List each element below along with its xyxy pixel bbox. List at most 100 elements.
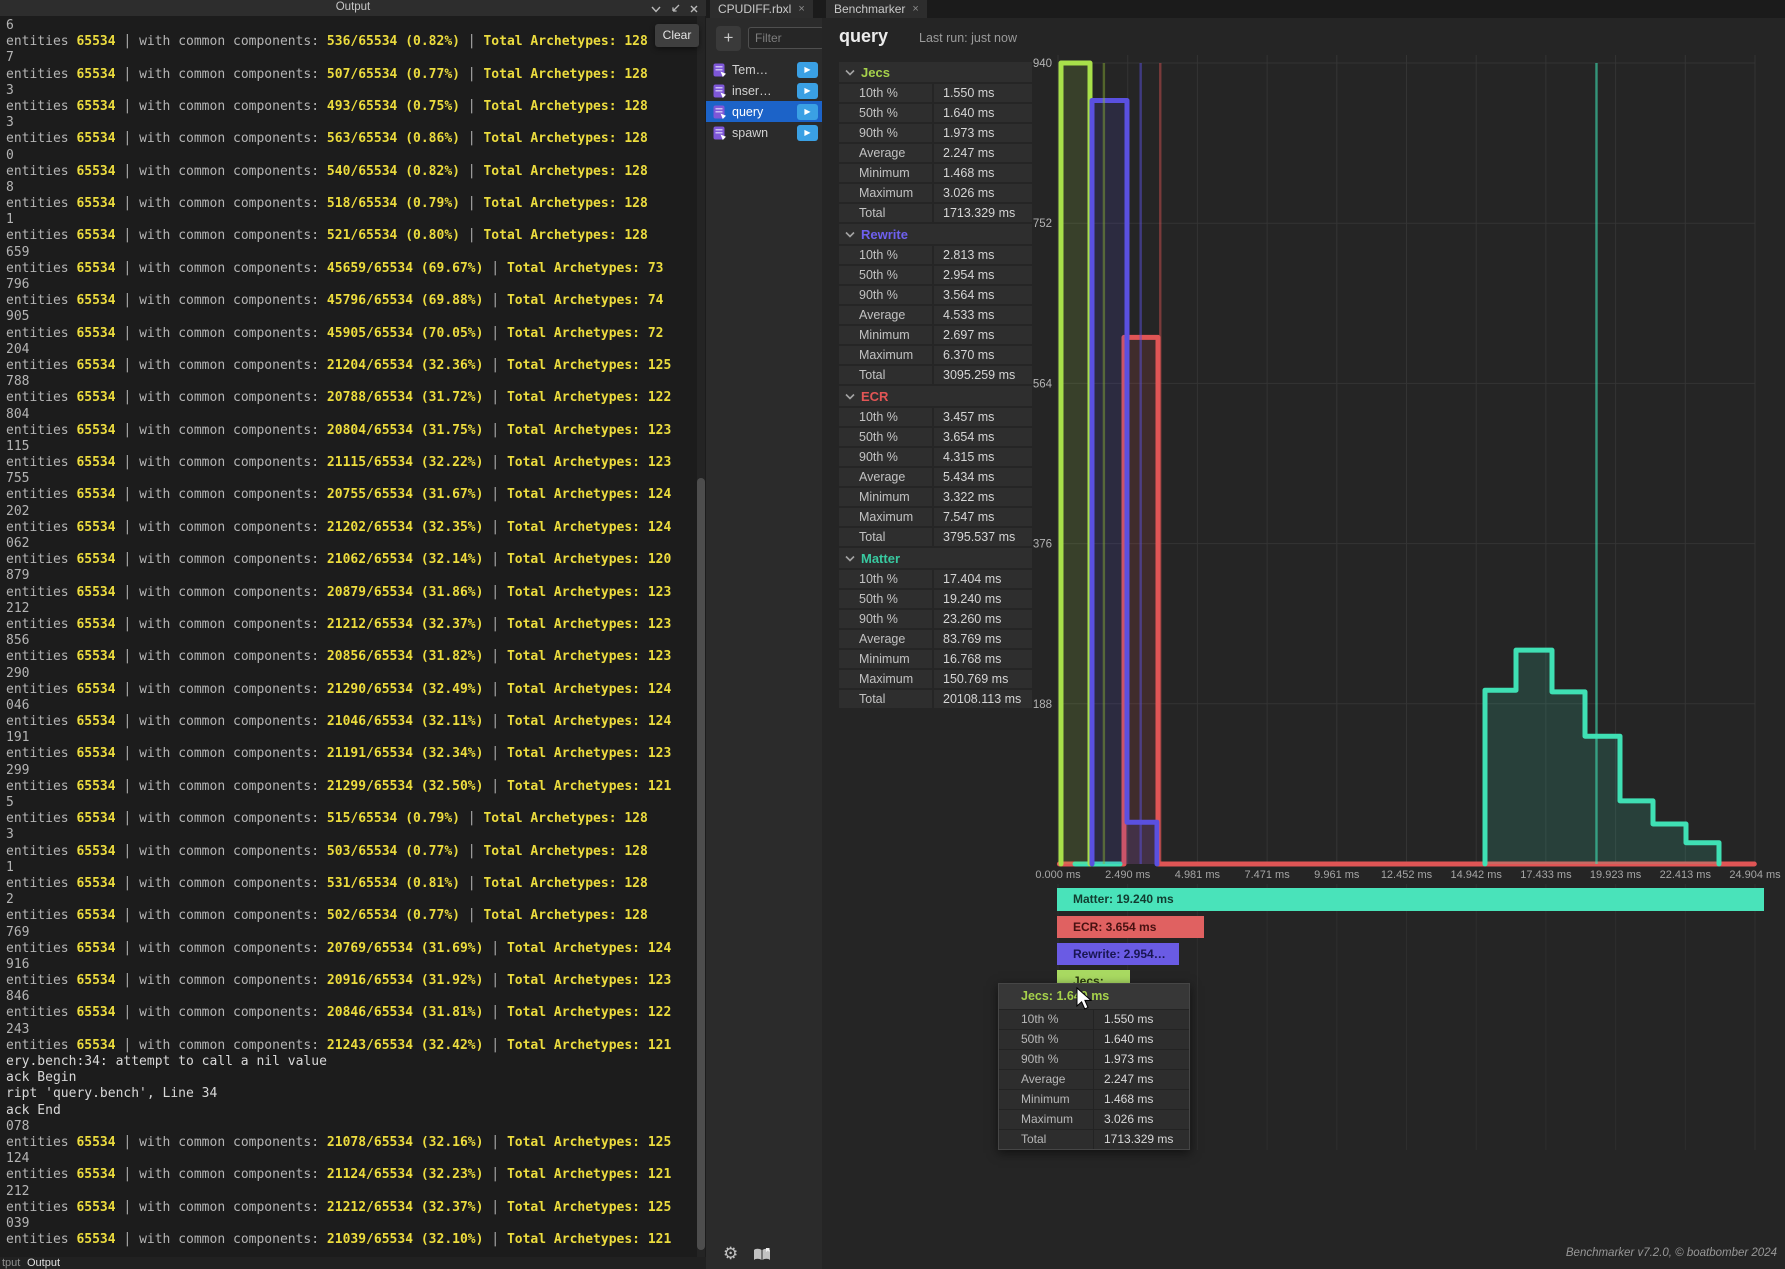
output-tab-clipped: tput [2, 1257, 20, 1269]
last-run-status: Last run: just now [919, 31, 1017, 45]
range-bar-rewrite[interactable]: Rewrite: 2.954… [1057, 943, 1179, 965]
stat-value: 5.434 ms [934, 468, 1032, 486]
log-line: 0 [6, 148, 694, 164]
stat-row: 50th %19.240 ms [839, 590, 1032, 608]
log-line: 905 [6, 309, 694, 325]
stat-label: Average [839, 468, 932, 486]
play-icon: ▶ [804, 108, 810, 116]
tooltip-value: 1713.329 ms [1093, 1130, 1189, 1149]
stat-row: 50th %3.654 ms [839, 428, 1032, 446]
log-line: ack End [6, 1103, 694, 1119]
tab-close-icon[interactable]: × [912, 3, 918, 15]
stat-value: 1713.329 ms [934, 204, 1032, 222]
tooltip-value: 3.026 ms [1093, 1110, 1189, 1129]
stat-label: 50th % [839, 104, 932, 122]
benchmark-list-panel: CPUDIFF.rbxl × + Tem…▶inser…▶query▶spawn… [706, 0, 823, 1269]
log-line: 1 [6, 212, 694, 228]
range-bar-matter[interactable]: Matter: 19.240 ms [1057, 888, 1764, 911]
stat-row: 10th %3.457 ms [839, 408, 1032, 426]
stat-row: Total20108.113 ms [839, 690, 1032, 708]
log-line: entities 65534 │ with common components:… [6, 973, 694, 989]
tooltip-value: 1.973 ms [1093, 1050, 1189, 1069]
stat-value: 7.547 ms [934, 508, 1032, 526]
stat-label: 10th % [839, 84, 932, 102]
log-line: 1 [6, 860, 694, 876]
stat-value: 2.954 ms [934, 266, 1032, 284]
stat-value: 4.533 ms [934, 306, 1032, 324]
scrollbar-track[interactable] [697, 16, 705, 1257]
log-line: entities 65534 │ with common components:… [6, 876, 694, 892]
stat-row: Total1713.329 ms [839, 204, 1032, 222]
plugin-credit: Benchmarker v7.2.0, © boatbomber 2024 [1566, 1247, 1777, 1259]
stat-label: Total [839, 528, 932, 546]
log-line: entities 65534 │ with common components:… [6, 358, 694, 374]
log-line: 046 [6, 698, 694, 714]
tooltip-value: 2.247 ms [1093, 1070, 1189, 1089]
log-line: entities 65534 │ with common components:… [6, 423, 694, 439]
stat-label: Average [839, 144, 932, 162]
log-line: entities 65534 │ with common components:… [6, 34, 694, 50]
range-bar-ecr[interactable]: ECR: 3.654 ms [1057, 916, 1204, 938]
log-line: 3 [6, 83, 694, 99]
log-line: 796 [6, 277, 694, 293]
log-line: entities 65534 │ with common components:… [6, 1232, 694, 1248]
section-header[interactable]: Matter [839, 548, 1032, 568]
run-button[interactable]: ▶ [797, 104, 818, 120]
tooltip-row: Total1713.329 ms [999, 1129, 1189, 1149]
tab-cpudiff[interactable]: CPUDIFF.rbxl × [710, 0, 813, 18]
output-panel-title: Output [0, 1, 706, 13]
run-button[interactable]: ▶ [797, 125, 818, 141]
list-item-spawn[interactable]: spawn▶ [706, 122, 822, 143]
docs-book-icon[interactable] [752, 1247, 772, 1268]
dock-icon[interactable] [669, 2, 681, 14]
run-button[interactable]: ▶ [797, 83, 818, 99]
filter-input[interactable] [748, 27, 824, 49]
stat-row: 90th %3.564 ms [839, 286, 1032, 304]
stat-row: Total3095.259 ms [839, 366, 1032, 384]
chevron-down-icon [845, 555, 855, 562]
stat-value: 83.769 ms [934, 630, 1032, 648]
log-line: 078 [6, 1119, 694, 1135]
log-line: entities 65534 │ with common components:… [6, 844, 694, 860]
stat-row: Maximum6.370 ms [839, 346, 1032, 364]
list-item-inser[interactable]: inser…▶ [706, 80, 822, 101]
clear-button[interactable]: Clear [655, 24, 699, 47]
section-header[interactable]: Rewrite [839, 224, 1032, 244]
section-header[interactable]: Jecs [839, 62, 1032, 82]
stat-label: Minimum [839, 488, 932, 506]
script-icon [713, 84, 726, 98]
log-line: 3 [6, 827, 694, 843]
list-item-query[interactable]: query ▶ [706, 101, 822, 122]
tooltip-row: Minimum1.468 ms [999, 1089, 1189, 1109]
log-line: entities 65534 │ with common components:… [6, 131, 694, 147]
list-item-tem[interactable]: Tem…▶ [706, 59, 822, 80]
run-button[interactable]: ▶ [797, 62, 818, 78]
log-line: 804 [6, 407, 694, 423]
close-icon[interactable] [688, 2, 700, 14]
output-panel: Output Clear 6entities 65534 │ with comm… [0, 0, 707, 1269]
output-tab[interactable]: Output [27, 1257, 60, 1269]
list-item-label: query [732, 105, 797, 119]
section-header[interactable]: ECR [839, 386, 1032, 406]
settings-gear-icon[interactable]: ⚙ [723, 1244, 738, 1264]
list-item-label: inser… [732, 84, 797, 98]
tab-benchmarker[interactable]: Benchmarker × [826, 0, 927, 18]
log-line: 6 [6, 18, 694, 34]
log-line: entities 65534 │ with common components:… [6, 585, 694, 601]
log-line: 8 [6, 180, 694, 196]
log-line: 788 [6, 374, 694, 390]
stat-value: 1.550 ms [934, 84, 1032, 102]
stat-label: 90th % [839, 286, 932, 304]
tooltip-row: Average2.247 ms [999, 1069, 1189, 1089]
chevron-down-icon [845, 393, 855, 400]
chevron-down-icon[interactable] [650, 2, 662, 14]
stat-row: Average83.769 ms [839, 630, 1032, 648]
log-line: entities 65534 │ with common components:… [6, 326, 694, 342]
stat-row: Average5.434 ms [839, 468, 1032, 486]
tab-close-icon[interactable]: × [798, 3, 804, 15]
log-line: 3 [6, 115, 694, 131]
add-benchmark-button[interactable]: + [716, 26, 741, 51]
scrollbar-thumb[interactable] [697, 478, 705, 1250]
stat-row: Maximum3.026 ms [839, 184, 1032, 202]
log-line: ript 'query.bench', Line 34 [6, 1086, 694, 1102]
